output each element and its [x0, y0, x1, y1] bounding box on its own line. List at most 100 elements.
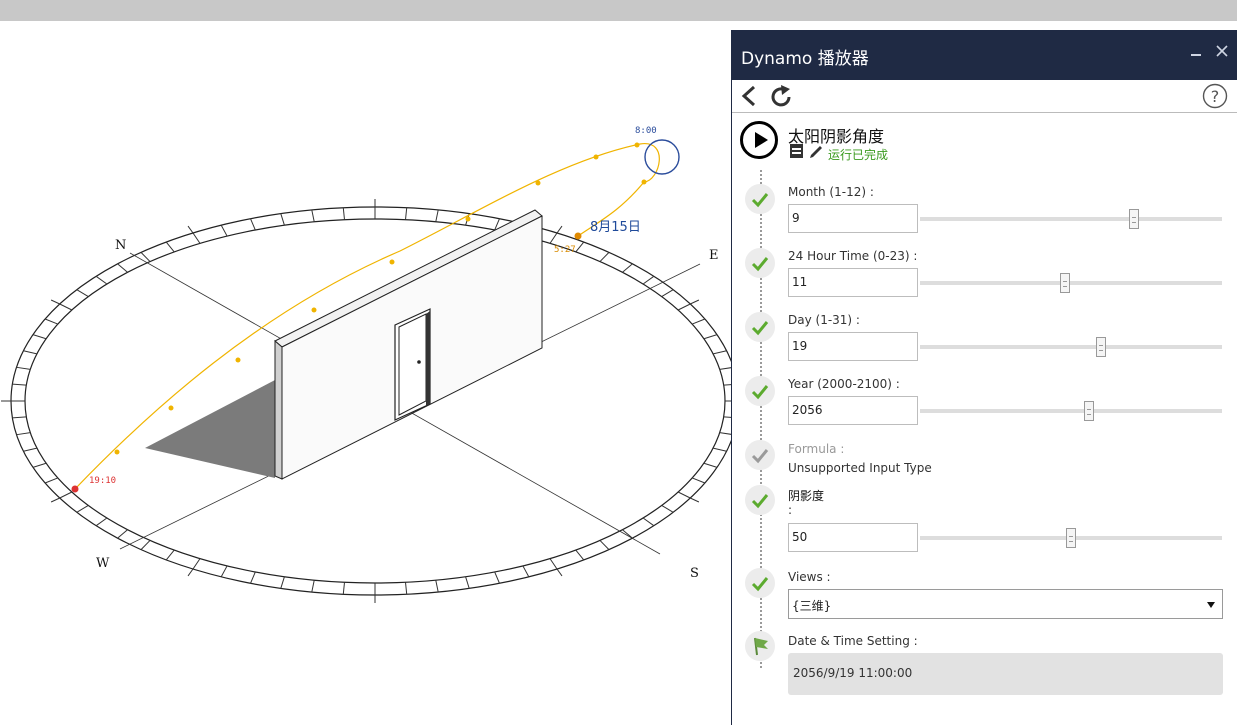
panel-title: Dynamo 播放器 [741, 49, 869, 69]
script-file-icon[interactable] [789, 143, 805, 163]
compass-tick [692, 318, 706, 325]
views-label: Views : [788, 570, 831, 584]
formula-value: Unsupported Input Type [788, 461, 932, 475]
edit-pencil-icon[interactable] [808, 143, 824, 163]
day-slider-thumb[interactable] [1096, 337, 1107, 357]
compass-tick [677, 303, 691, 311]
sunset-time-label: 19:10 [89, 476, 117, 486]
year-input[interactable]: 2056 [788, 396, 918, 425]
compass-tick [59, 303, 73, 311]
compass-tick [642, 275, 655, 285]
compass-major-tick [50, 299, 60, 305]
refresh-icon[interactable] [768, 84, 794, 114]
script-status: 运行已完成 [828, 148, 889, 162]
compass-tick [342, 207, 345, 220]
top-bar [0, 0, 1237, 21]
compass-tick [95, 517, 108, 527]
compass-tick [44, 477, 58, 484]
month-slider-track[interactable] [920, 217, 1222, 221]
check-icon[interactable] [745, 568, 775, 598]
compass-tick [250, 218, 256, 231]
hour-slider-thumb[interactable] [1059, 273, 1070, 293]
compass-north-label: N [115, 238, 127, 253]
flag-icon [745, 631, 775, 661]
month-slider-thumb[interactable] [1129, 209, 1140, 229]
compass-tick [32, 334, 47, 340]
close-icon[interactable] [1216, 42, 1228, 61]
check-icon[interactable] [745, 485, 775, 515]
minimize-icon[interactable] [1190, 43, 1202, 62]
compass-tick [12, 416, 27, 419]
compass-tick [719, 432, 731, 435]
door-knob [417, 360, 421, 364]
compass-tick [712, 447, 727, 452]
sun-path-date-label: 8月15日 [590, 220, 641, 235]
day-label: Day (1-31) : [788, 313, 860, 327]
compass-tick [23, 350, 38, 355]
compass-tick [311, 580, 315, 593]
check-icon[interactable] [745, 376, 775, 406]
sun-path-diagram [1, 139, 731, 603]
compass-tick [76, 504, 89, 513]
month-label: Month (1-12) : [788, 185, 874, 199]
check-icon[interactable] [745, 184, 775, 214]
compass-tick [494, 571, 500, 584]
hour-input[interactable]: 11 [788, 268, 918, 297]
check-icon[interactable] [745, 440, 775, 470]
compass-tick [16, 432, 31, 436]
sunrise-point [574, 232, 582, 240]
sunrise-time-label: 5:27 [554, 245, 576, 255]
compass-tick [192, 232, 201, 244]
compass-tick [140, 540, 151, 550]
door-jamb [426, 311, 430, 406]
hour-slider-track[interactable] [920, 281, 1222, 285]
dynamo-player-panel: Dynamo 播放器 ? 太阳阴影角度 运行已完成 Month (1-12):… [731, 30, 1237, 725]
compass-tick [703, 462, 718, 468]
check-icon[interactable] [745, 312, 775, 342]
chevron-down-icon [1207, 598, 1215, 612]
wall-end [274, 339, 283, 480]
play-button[interactable] [740, 121, 778, 159]
compass-major-tick [50, 497, 60, 503]
output-value: 2056/9/19 11:00:00 [788, 653, 1223, 695]
compass-tick [599, 252, 610, 262]
views-selected-value: {三维} [792, 599, 832, 613]
year-label: Year (2000-2100) : [788, 377, 900, 391]
help-icon[interactable]: ? [1202, 83, 1228, 113]
month-input[interactable]: 9 [788, 204, 918, 233]
compass-tick [405, 207, 408, 220]
compass-tick [435, 580, 439, 593]
shadow-slider-thumb[interactable] [1066, 528, 1076, 548]
compass-tick [712, 350, 727, 355]
compass-tick [575, 549, 585, 561]
compass-tick [692, 477, 706, 484]
year-slider-thumb[interactable] [1084, 401, 1095, 421]
back-icon[interactable] [740, 84, 758, 112]
views-select[interactable]: {三维} [788, 589, 1223, 619]
check-icon[interactable] [745, 248, 775, 278]
sun-position-marker [644, 139, 680, 175]
compass-tick [165, 241, 175, 253]
compass-tick [76, 289, 89, 298]
day-slider-track[interactable] [920, 345, 1222, 349]
compass-tick [44, 318, 58, 325]
year-slider-track[interactable] [920, 409, 1222, 413]
shadow-input[interactable]: 50 [788, 523, 918, 552]
compass-tick [280, 576, 285, 589]
day-input[interactable]: 19 [788, 332, 918, 361]
compass-tick [192, 558, 201, 570]
hour-label: 24 Hour Time (0-23) : [788, 249, 918, 263]
script-row: 太阳阴影角度 运行已完成 [732, 113, 1237, 171]
compass-major-tick [690, 497, 700, 503]
play-icon [755, 132, 768, 148]
compass-tick [250, 571, 256, 584]
compass-tick [677, 491, 691, 499]
compass-tick [117, 529, 128, 539]
compass-tick [220, 565, 228, 578]
compass-tick [405, 582, 408, 595]
compass-tick [723, 384, 731, 386]
compass-tick [599, 540, 610, 550]
compass-major-tick [187, 568, 194, 577]
compass-tick [165, 549, 175, 561]
shadow-label: 阴影度 [788, 489, 825, 503]
